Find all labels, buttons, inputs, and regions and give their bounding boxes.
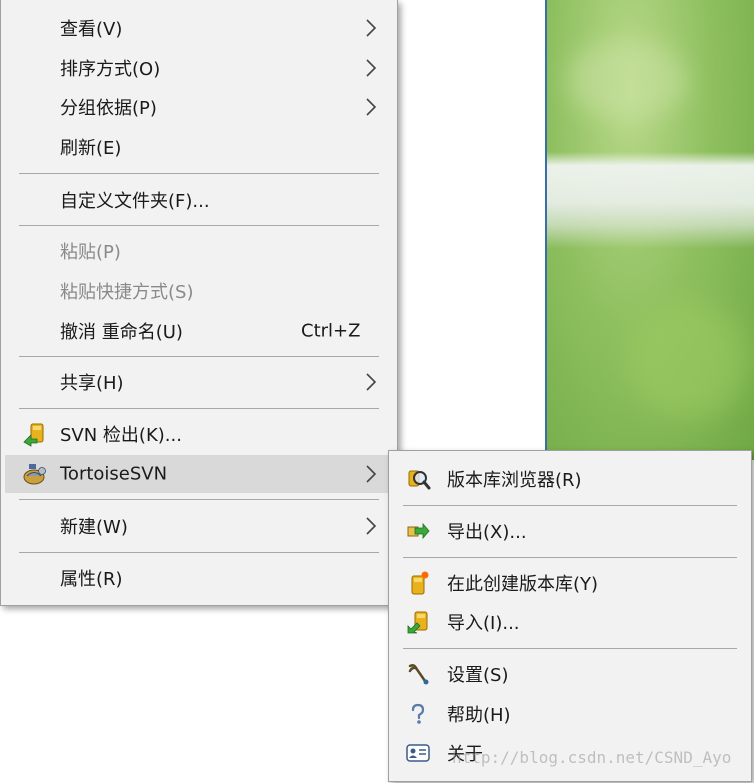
menu-item-svn-checkout[interactable]: SVN 检出(K)... [1,415,397,453]
menu-item-label: 帮助(H) [447,705,511,726]
menu-item-label: 粘贴快捷方式(S) [60,282,194,303]
menu-separator [19,552,379,553]
menu-item-tortoise-svn[interactable]: TortoiseSVN [5,455,393,493]
menu-item-sort-by[interactable]: 排序方式(O) [1,49,397,87]
menu-item-label: 自定义文件夹(F)... [60,191,210,212]
menu-item-label: 属性(R) [60,569,123,590]
watermark: http://blog.csdn.net/CSND_Ayo [452,748,732,767]
menu-separator [19,356,379,357]
menu-item-label: 导出(X)... [447,522,527,543]
menu-separator [403,505,737,506]
menu-item-label: TortoiseSVN [60,463,168,485]
menu-separator [19,408,379,409]
menu-item-label: 设置(S) [447,665,509,686]
chevron-right-icon [366,98,377,116]
about-icon [406,744,430,762]
menu-item-repo-browser[interactable]: 版本库浏览器(R) [389,460,751,498]
menu-separator [403,648,737,649]
chevron-right-icon [366,465,377,483]
menu-item-help[interactable]: 帮助(H) [389,695,751,733]
menu-item-refresh[interactable]: 刷新(E) [1,128,397,166]
chevron-right-icon [366,517,377,535]
menu-item-label: SVN 检出(K)... [60,425,182,446]
menu-item-label: 分组依据(P) [60,98,157,119]
chevron-right-icon [366,59,377,77]
menu-item-paste: 粘贴(P) [1,232,397,270]
menu-item-label: 粘贴(P) [60,242,121,263]
menu-item-customize-folder[interactable]: 自定义文件夹(F)... [1,181,397,219]
menu-item-label: 导入(I)... [447,613,520,634]
help-icon [411,703,425,724]
menu-item-export[interactable]: 导出(X)... [389,512,751,550]
export-icon [407,522,430,540]
chevron-right-icon [366,373,377,391]
menu-item-import[interactable]: 导入(I)... [389,603,751,641]
menu-item-view[interactable]: 查看(V) [1,9,397,47]
tortoise-svn-submenu: 版本库浏览器(R) 导出(X)... 在此创建版本库(Y) 导入(I)... 设… [388,450,752,782]
menu-item-share[interactable]: 共享(H) [1,363,397,401]
menu-item-label: 共享(H) [60,373,124,394]
wallpaper-blur [627,300,747,420]
wallpaper-blur [567,40,687,120]
menu-separator [19,225,379,226]
import-icon [407,611,428,634]
svn-checkout-icon [23,423,44,447]
menu-item-new[interactable]: 新建(W) [1,507,397,545]
menu-item-settings[interactable]: 设置(S) [389,655,751,693]
menu-item-shortcut: Ctrl+Z [301,320,361,342]
menu-item-label: 新建(W) [60,517,128,538]
chevron-right-icon [366,19,377,37]
menu-separator [19,173,379,174]
menu-item-label: 撤消 重命名(U) [60,322,183,343]
menu-item-undo-rename[interactable]: 撤消 重命名(U) Ctrl+Z [1,312,397,350]
menu-item-label: 版本库浏览器(R) [447,470,582,491]
tortoise-svn-icon [23,464,46,485]
menu-item-create-repo-here[interactable]: 在此创建版本库(Y) [389,564,751,602]
repo-browser-icon [408,470,431,490]
menu-item-properties[interactable]: 属性(R) [1,559,397,597]
settings-icon [408,664,429,685]
menu-item-label: 排序方式(O) [60,59,161,80]
menu-item-label: 在此创建版本库(Y) [447,574,599,595]
menu-item-label: 刷新(E) [60,138,122,159]
desktop-wallpaper [545,0,754,460]
context-menu: 查看(V) 排序方式(O) 分组依据(P) 刷新(E) 自定义文件夹(F)...… [0,0,398,606]
menu-item-group-by[interactable]: 分组依据(P) [1,88,397,126]
menu-separator [19,499,379,500]
menu-item-paste-shortcut: 粘贴快捷方式(S) [1,272,397,310]
menu-separator [403,557,737,558]
menu-item-label: 查看(V) [60,19,123,40]
create-repo-icon [411,571,429,595]
